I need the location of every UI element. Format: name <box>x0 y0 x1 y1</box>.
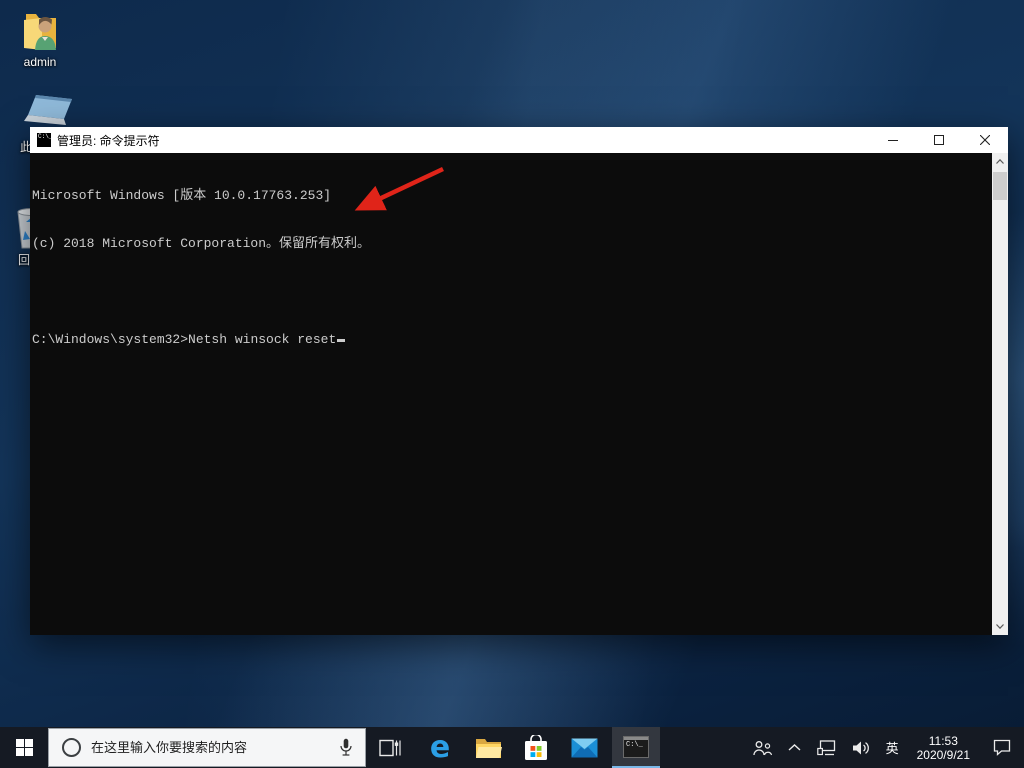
taskbar-cmd-button-active[interactable]: C:\_ <box>612 727 660 768</box>
clock-time: 11:53 <box>917 734 970 748</box>
clock-date: 2020/9/21 <box>917 748 970 762</box>
scroll-down-button[interactable] <box>992 618 1008 635</box>
network-button[interactable] <box>809 727 844 768</box>
terminal-scrollbar[interactable] <box>992 153 1008 635</box>
action-center-button[interactable] <box>980 727 1024 768</box>
edge-icon: e <box>430 733 450 763</box>
task-view-icon <box>379 738 401 758</box>
cmd-window: C:\_ 管理员: 命令提示符 Microsoft Wind <box>30 127 1008 635</box>
minimize-icon <box>888 135 898 145</box>
taskbar-edge-button[interactable]: e <box>416 727 464 768</box>
taskbar-store-button[interactable] <box>512 727 560 768</box>
file-explorer-icon <box>475 737 502 759</box>
terminal-prompt-line: C:\Windows\system32>Netsh winsock reset <box>32 332 990 348</box>
microphone-icon[interactable] <box>339 738 353 757</box>
desktop-icon-label: admin <box>8 55 72 69</box>
chevron-up-icon <box>996 159 1004 164</box>
scroll-thumb[interactable] <box>993 172 1007 200</box>
taskbar-mail-button[interactable] <box>560 727 608 768</box>
network-icon <box>817 740 836 756</box>
ime-indicator[interactable]: 英 <box>878 727 907 768</box>
volume-icon <box>852 740 870 756</box>
task-view-button[interactable] <box>366 727 414 768</box>
window-titlebar[interactable]: C:\_ 管理员: 命令提示符 <box>30 127 1008 153</box>
terminal-prompt: C:\Windows\system32> <box>32 332 188 347</box>
volume-button[interactable] <box>844 727 878 768</box>
cmd-icon: C:\_ <box>623 736 649 758</box>
start-button[interactable] <box>0 727 48 768</box>
notification-icon <box>993 739 1011 756</box>
window-title: 管理员: 命令提示符 <box>57 132 870 149</box>
desktop: admin 此 回 C:\_ <box>0 0 1024 768</box>
people-button[interactable] <box>745 727 780 768</box>
chevron-up-icon <box>788 744 801 751</box>
user-folder-icon <box>16 8 64 54</box>
close-button[interactable] <box>962 127 1008 153</box>
terminal-command: Netsh winsock reset <box>188 332 336 347</box>
taskbar: e <box>0 727 1024 768</box>
maximize-button[interactable] <box>916 127 962 153</box>
search-input[interactable] <box>91 740 327 755</box>
desktop-icon-admin[interactable]: admin <box>8 8 72 69</box>
system-tray: 英 11:53 2020/9/21 <box>745 727 1024 768</box>
terminal-area[interactable]: Microsoft Windows [版本 10.0.17763.253] (c… <box>30 153 1008 635</box>
clock[interactable]: 11:53 2020/9/21 <box>907 727 980 768</box>
terminal-cursor <box>337 339 345 342</box>
close-icon <box>980 135 990 145</box>
taskbar-file-explorer-button[interactable] <box>464 727 512 768</box>
taskbar-search-box[interactable] <box>48 728 366 767</box>
show-hidden-icons-button[interactable] <box>780 727 809 768</box>
minimize-button[interactable] <box>870 127 916 153</box>
scroll-up-button[interactable] <box>992 153 1008 170</box>
windows-logo-icon <box>16 739 33 756</box>
maximize-icon <box>934 135 944 145</box>
mail-icon <box>571 738 598 758</box>
cortana-icon <box>62 738 81 757</box>
terminal-output-line: (c) 2018 Microsoft Corporation。保留所有权利。 <box>32 236 990 252</box>
chevron-down-icon <box>996 624 1004 629</box>
terminal-blank-line <box>32 284 990 300</box>
terminal-output-line: Microsoft Windows [版本 10.0.17763.253] <box>32 188 990 204</box>
microsoft-store-icon <box>524 735 548 761</box>
people-icon <box>753 740 772 756</box>
cmd-icon: C:\_ <box>37 133 51 147</box>
